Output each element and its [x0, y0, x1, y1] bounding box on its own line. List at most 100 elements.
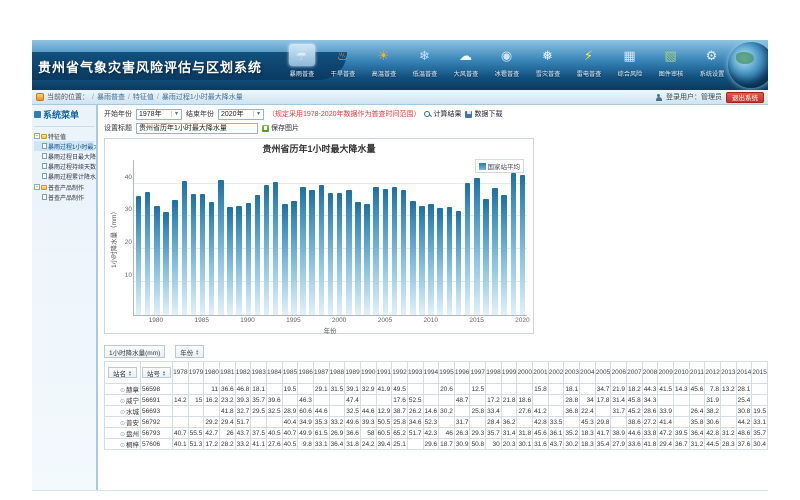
nav-item-雪灾普查[interactable]: ❅雪灾普查 [529, 44, 566, 78]
year-column-header[interactable]: 1986 [298, 362, 314, 384]
year-column-header[interactable]: 1982 [235, 362, 251, 384]
sidebar-item-暴雨过程日最大降水量[interactable]: 暴雨过程日最大降水量 [34, 151, 94, 161]
year-column-header[interactable]: 2012 [705, 362, 721, 384]
sidebar-item-暴雨过程累计降水量[interactable]: 暴雨过程累计降水量 [34, 171, 94, 181]
year-column-header[interactable]: 2013 [720, 362, 736, 384]
value-cell: 36.6 [345, 428, 361, 439]
year-column-header[interactable]: 1996 [454, 362, 470, 384]
row-expand-icon[interactable]: ⊙ [120, 410, 125, 416]
chart-title-input[interactable] [136, 123, 258, 134]
row-expand-icon[interactable]: ⊙ [120, 421, 125, 427]
year-column-header[interactable]: 1985 [282, 362, 298, 384]
logout-button[interactable]: 退出系统 [726, 92, 764, 103]
expander-icon[interactable]: − [34, 133, 40, 139]
station-id-sort-chip[interactable]: 站号 ▲▼ [142, 367, 171, 378]
year-column-header[interactable]: 2004 [580, 362, 596, 384]
year-column-header[interactable]: 2005 [595, 362, 611, 384]
row-expand-icon[interactable]: ⊙ [120, 432, 125, 438]
value-cell [548, 384, 564, 395]
year-column-header[interactable]: 2001 [533, 362, 549, 384]
year-column-header[interactable]: 2009 [658, 362, 674, 384]
save-image-button[interactable]: 保存图片 [262, 123, 299, 133]
year-column-header[interactable]: 2006 [611, 362, 627, 384]
nav-item-综合风险[interactable]: ▦综合风险 [611, 44, 648, 78]
year-column-header[interactable]: 1992 [392, 362, 408, 384]
value-cell: 33.2 [235, 439, 251, 450]
row-expand-icon[interactable]: ⊙ [120, 388, 125, 394]
year-column-header[interactable]: 1993 [407, 362, 423, 384]
sidebar-group-特征值[interactable]: −特征值 [34, 131, 94, 141]
start-year-select[interactable]: 1978年 ▼ [136, 109, 182, 120]
value-cell: 34.3 [642, 395, 658, 406]
year-column-header[interactable]: 2011 [689, 362, 705, 384]
nav-item-雷电普查[interactable]: ⚡雷电普查 [570, 44, 607, 78]
row-expand-icon[interactable]: ⊙ [120, 399, 125, 405]
bar-slot [344, 190, 353, 315]
value-cell: 29.5 [251, 406, 267, 417]
value-cell: 35.7 [752, 428, 768, 439]
value-cell: 39.6 [266, 395, 282, 406]
value-cell [454, 384, 470, 395]
year-column-header[interactable]: 2014 [736, 362, 752, 384]
year-column-header[interactable]: 1989 [345, 362, 361, 384]
year-column-header[interactable]: 2010 [674, 362, 690, 384]
nav-item-暴雨普查[interactable]: ☔暴雨普查 [283, 44, 320, 78]
station-name: 普安 [126, 420, 139, 427]
value-cell: 24.2 [360, 439, 376, 450]
year-column-header[interactable]: 2015 [752, 362, 768, 384]
sidebar-item-普查产品制作[interactable]: 普查产品制作 [34, 192, 94, 202]
year-field-chip[interactable]: 年份 ▲▼ [175, 345, 204, 358]
year-column-header[interactable]: 1998 [486, 362, 502, 384]
year-column-header[interactable]: 2003 [564, 362, 580, 384]
sidebar-group-普查产品制作[interactable]: −普查产品制作 [34, 182, 94, 192]
calculate-button[interactable]: 计算结果 [424, 109, 461, 119]
end-year-select[interactable]: 2020年 ▼ [218, 109, 264, 120]
year-column-header[interactable]: 2007 [627, 362, 643, 384]
bar-1992 [264, 185, 270, 315]
y-axis-label: 1小时降水量（mm） [108, 208, 118, 268]
value-cell [439, 417, 455, 428]
nav-item-干旱普查[interactable]: ♨干旱普查 [324, 44, 361, 78]
value-cell [407, 439, 423, 450]
year-column-header[interactable]: 1997 [470, 362, 486, 384]
value-cell: 29.2 [204, 417, 220, 428]
year-column-header[interactable]: 1981 [219, 362, 235, 384]
expander-icon[interactable]: − [34, 184, 40, 190]
year-column-header[interactable]: 1990 [360, 362, 376, 384]
year-column-header[interactable]: 1984 [266, 362, 282, 384]
nav-item-大风普查[interactable]: ☁大风普查 [447, 44, 484, 78]
value-cell: 15 [188, 395, 204, 406]
value-cell: 60.5 [376, 428, 392, 439]
breadcrumb-item[interactable]: 暴雨过程1小时最大降水量 [162, 94, 243, 101]
year-column-header[interactable]: 2008 [642, 362, 658, 384]
year-column-header[interactable]: 1983 [251, 362, 267, 384]
year-column-header[interactable]: 1980 [204, 362, 220, 384]
year-column-header[interactable]: 1979 [188, 362, 204, 384]
nav-item-图件审核[interactable]: ▧图件审核 [652, 44, 689, 78]
nav-item-高温普查[interactable]: ☀高温普查 [365, 44, 402, 78]
table-row: ⊙桐梓5760640.151.317.228.233.241.127.640.5… [105, 439, 768, 450]
year-column-header[interactable]: 1991 [376, 362, 392, 384]
row-expand-icon[interactable]: ⊙ [120, 443, 125, 449]
breadcrumb-item[interactable]: 特征值 [133, 94, 154, 101]
year-column-header[interactable]: 1994 [423, 362, 439, 384]
measure-chip[interactable]: 1小时降水量(mm) [104, 345, 165, 358]
nav-item-冰雹普查[interactable]: ◉冰雹普查 [488, 44, 525, 78]
value-cell: 34.7 [595, 384, 611, 395]
nav-item-低温普查[interactable]: ❄低温普查 [406, 44, 443, 78]
year-column-header[interactable]: 2000 [517, 362, 533, 384]
value-cell: 36.4 [329, 439, 345, 450]
sidebar-item-暴雨过程持续天数[interactable]: 暴雨过程持续天数 [34, 161, 94, 171]
nav-item-系统设置[interactable]: ⚙系统设置 [693, 44, 730, 78]
year-column-header[interactable]: 1995 [439, 362, 455, 384]
year-column-header[interactable]: 2002 [548, 362, 564, 384]
download-button[interactable]: 数据下载 [465, 109, 502, 119]
year-column-header[interactable]: 1988 [329, 362, 345, 384]
breadcrumb-item[interactable]: 暴雨普查 [97, 94, 125, 101]
year-column-header[interactable]: 1987 [313, 362, 329, 384]
year-column-header[interactable]: 1999 [501, 362, 517, 384]
station-name-sort-chip[interactable]: 站名 ▲▼ [108, 367, 137, 378]
bar-2017 [492, 188, 498, 315]
year-column-header[interactable]: 1978 [173, 362, 189, 384]
sidebar-item-暴雨过程1小时最大降水量[interactable]: 暴雨过程1小时最大降水量 [34, 141, 94, 151]
